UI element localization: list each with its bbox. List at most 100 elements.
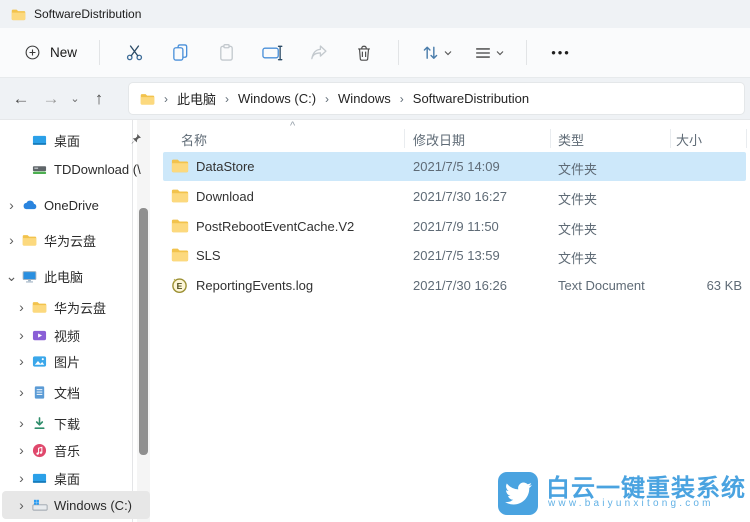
sidebar-item-desktop-pinned[interactable]: 桌面: [0, 126, 150, 154]
chevron-down-icon: [444, 50, 452, 56]
more-button[interactable]: •••: [542, 36, 580, 70]
sidebar-item-videos[interactable]: › 视频: [0, 321, 150, 349]
column-header-type[interactable]: 类型: [558, 130, 584, 149]
sidebar-item-label: 文档: [54, 385, 81, 401]
breadcrumb-separator: ›: [399, 91, 404, 106]
breadcrumb-windows[interactable]: Windows: [336, 91, 393, 106]
sidebar-item-desktop[interactable]: › 桌面: [0, 464, 150, 492]
address-bar[interactable]: › 此电脑 › Windows (C:) › Windows › Softwar…: [128, 82, 745, 115]
file-row-reportingevents-log[interactable]: E ReportingEvents.log 2021/7/30 16:26 Te…: [163, 271, 746, 300]
sidebar-item-music[interactable]: › 音乐: [0, 436, 150, 464]
chevron-right-icon[interactable]: ›: [15, 328, 28, 342]
sort-ascending-icon: ^: [290, 120, 296, 132]
history-chevron-button[interactable]: ⌄: [66, 84, 84, 114]
file-date: 2021/7/9 11:50: [413, 219, 499, 234]
chevron-right-icon[interactable]: ›: [5, 198, 18, 212]
sidebar-item-label: 视频: [54, 328, 81, 344]
sort-button[interactable]: [413, 36, 460, 70]
file-list: ^ 名称 修改日期 类型 大小 DataStore 2021/7/5 14:09…: [160, 120, 750, 522]
folder-icon: [171, 188, 189, 204]
tab-folder-icon: [11, 8, 26, 21]
breadcrumb-windows-c[interactable]: Windows (C:): [236, 91, 318, 106]
back-button[interactable]: ←: [6, 84, 36, 114]
chevron-right-icon[interactable]: ›: [5, 233, 18, 247]
sidebar-item-huawei-cloud-child[interactable]: › 华为云盘: [0, 293, 150, 321]
file-row-postrebooteventcache[interactable]: PostRebootEventCache.V2 2021/7/9 11:50 文…: [163, 212, 746, 241]
file-date: 2021/7/5 13:59: [413, 248, 500, 263]
chevron-right-icon[interactable]: ›: [15, 416, 28, 430]
column-divider[interactable]: [550, 129, 551, 148]
chevron-right-icon[interactable]: ›: [15, 471, 28, 485]
file-row-sls[interactable]: SLS 2021/7/5 13:59 文件夹: [163, 241, 746, 270]
column-header-date[interactable]: 修改日期: [413, 130, 465, 149]
breadcrumb-separator: ›: [164, 91, 168, 106]
file-row-download[interactable]: Download 2021/7/30 16:27 文件夹: [163, 182, 746, 211]
folder-icon: [171, 218, 189, 234]
desktop-icon: [32, 470, 48, 486]
sidebar-item-windows-c[interactable]: › Windows (C:): [2, 491, 150, 519]
chevron-right-icon[interactable]: ›: [15, 385, 28, 399]
file-name: SLS: [196, 248, 221, 263]
sidebar-item-label: 下载: [54, 416, 81, 432]
sidebar-item-onedrive[interactable]: › OneDrive: [0, 191, 150, 219]
file-type: 文件夹: [558, 192, 598, 207]
view-button[interactable]: [466, 36, 512, 70]
file-type: 文件夹: [558, 222, 598, 237]
column-divider[interactable]: [404, 129, 405, 148]
address-row: ← → ⌄ ↑ › 此电脑 › Windows (C:) › Windows ›…: [0, 78, 750, 120]
sidebar-item-pictures[interactable]: › 图片: [0, 347, 150, 375]
chevron-right-icon[interactable]: ›: [15, 443, 28, 457]
forward-button[interactable]: →: [36, 84, 66, 114]
sidebar-item-label: 华为云盘: [54, 300, 107, 316]
delete-button[interactable]: [345, 36, 383, 70]
breadcrumb-this-pc[interactable]: 此电脑: [175, 89, 218, 108]
twitter-bird-icon: [498, 472, 538, 515]
sidebar-item-huawei-cloud[interactable]: › 华为云盘: [0, 226, 150, 254]
toolbar-separator: [526, 40, 528, 65]
share-button[interactable]: [299, 36, 337, 70]
copy-button[interactable]: [161, 36, 199, 70]
rename-button[interactable]: [253, 36, 291, 70]
scissors-icon: [125, 43, 144, 62]
folder-icon: [32, 299, 48, 315]
cut-button[interactable]: [115, 36, 153, 70]
folder-icon: [171, 247, 189, 263]
chevron-right-icon[interactable]: ›: [15, 498, 28, 512]
file-name: ReportingEvents.log: [196, 278, 314, 293]
column-divider[interactable]: [670, 129, 671, 148]
toolbar-separator: [398, 40, 400, 65]
sidebar-item-tddownload[interactable]: TDDownload (\: [0, 155, 150, 183]
network-drive-icon: [32, 161, 48, 177]
up-button[interactable]: ↑: [84, 84, 114, 114]
desktop-icon: [32, 132, 48, 148]
column-header-name[interactable]: 名称: [181, 130, 207, 149]
rename-icon: [261, 44, 283, 62]
file-row-datastore[interactable]: DataStore 2021/7/5 14:09 文件夹: [163, 152, 746, 181]
this-pc-icon: [22, 268, 38, 284]
new-button[interactable]: New: [13, 37, 88, 68]
event-log-icon: E: [171, 277, 189, 294]
column-headers: ^ 名称 修改日期 类型 大小: [160, 120, 750, 152]
sidebar-item-documents[interactable]: › 文档: [0, 378, 150, 406]
downloads-icon: [32, 415, 48, 431]
folder-icon: [22, 232, 38, 248]
sidebar-item-this-pc[interactable]: ⌄ 此电脑: [0, 262, 150, 290]
sidebar-item-downloads[interactable]: › 下载: [0, 409, 150, 437]
chevron-right-icon[interactable]: ›: [15, 300, 28, 314]
sidebar-item-label: 此电脑: [44, 269, 84, 285]
breadcrumb-softwaredistribution[interactable]: SoftwareDistribution: [411, 91, 531, 106]
music-icon: [32, 442, 48, 458]
column-divider[interactable]: [746, 129, 747, 148]
chevron-down-icon[interactable]: ⌄: [5, 269, 18, 283]
sidebar-scrollbar-thumb[interactable]: [139, 208, 148, 455]
column-header-size[interactable]: 大小: [676, 130, 702, 149]
plus-circle-icon: [24, 44, 41, 61]
sidebar-item-label: 音乐: [54, 443, 81, 459]
documents-icon: [32, 384, 48, 400]
chevron-right-icon[interactable]: ›: [15, 354, 28, 368]
paste-button[interactable]: [207, 36, 245, 70]
new-button-label: New: [50, 45, 78, 60]
clipboard-icon: [217, 43, 236, 62]
sort-arrows-icon: [421, 43, 440, 62]
nav-buttons: ← → ⌄ ↑: [6, 78, 114, 119]
